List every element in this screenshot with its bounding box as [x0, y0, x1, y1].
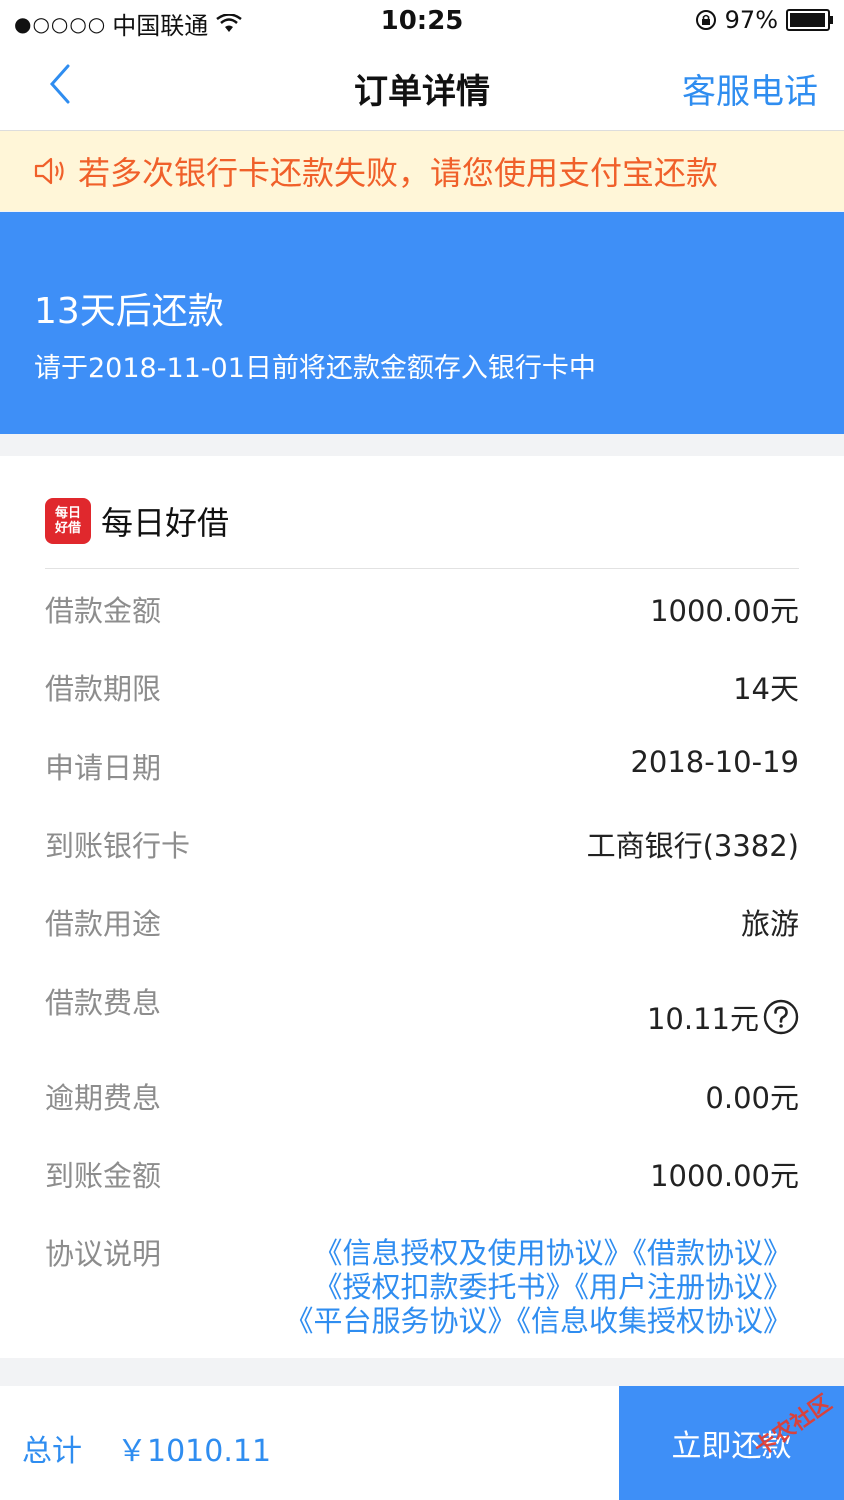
detail-value: 1000.00元 — [650, 1159, 799, 1193]
status-bar: ●○○○○ 中国联通 10:25 97% — [0, 0, 844, 44]
agreement-link-loan[interactable]: 《借款协议》 — [632, 1236, 792, 1270]
agreement-links: 《信息授权及使用协议》《借款协议》 《授权扣款委托书》《用户注册协议》 《平台服… — [284, 1236, 792, 1338]
detail-value: 工商银行(3382) — [586, 829, 799, 863]
detail-label: 到账银行卡 — [45, 829, 191, 863]
repayment-banner: 13天后还款 请于2018-11-01日前将还款金额存入银行卡中 — [0, 212, 844, 434]
detail-value: 1000.00元 — [650, 594, 799, 628]
detail-label: 到账金额 — [45, 1159, 162, 1193]
detail-label: 借款期限 — [45, 672, 162, 706]
battery-icon — [786, 9, 833, 31]
detail-value: 2018-10-19 — [630, 745, 799, 779]
speaker-icon — [34, 157, 64, 185]
total-amount: ￥1010.11 — [117, 1434, 272, 1469]
battery-percent: 97% — [724, 6, 778, 34]
agreement-link-registration[interactable]: 《用户注册协议》 — [574, 1270, 792, 1304]
agreement-link-deduction-authorization[interactable]: 《授权扣款委托书》 — [313, 1270, 574, 1304]
agreement-link-info-collection[interactable]: 《信息收集授权协议》 — [516, 1304, 792, 1338]
customer-service-button[interactable]: 客服电话 — [682, 64, 818, 113]
detail-label: 协议说明 — [45, 1237, 162, 1271]
order-detail-card: 每日 好借 每日好借 借款金额 1000.00元 借款期限 14天 申请日期 2… — [0, 456, 844, 1358]
logo-text-top: 每日 — [54, 506, 81, 521]
question-circle-icon[interactable] — [763, 999, 799, 1035]
days-until-repayment: 13天后还款 — [34, 291, 224, 332]
fee-value-group: 10.11元 — [647, 996, 799, 1038]
detail-label: 借款金额 — [45, 594, 162, 628]
rotation-lock-icon — [695, 10, 716, 30]
detail-value: 旅游 — [740, 907, 799, 941]
detail-value: 14天 — [733, 672, 799, 706]
divider — [45, 568, 799, 569]
notice-banner: 若多次银行卡还款失败，请您使用支付宝还款 — [0, 131, 844, 211]
detail-row-loan-purpose: 借款用途 旅游 — [45, 891, 799, 951]
notice-text: 若多次银行卡还款失败，请您使用支付宝还款 — [78, 154, 719, 192]
total-label: 总计 — [22, 1434, 82, 1469]
repayment-instruction: 请于2018-11-01日前将还款金额存入银行卡中 — [34, 353, 596, 384]
detail-row-overdue-fee: 逾期费息 0.00元 — [45, 1065, 799, 1125]
footer-bar: 总计 ￥1010.11 立即还款 — [0, 1386, 844, 1500]
agreement-link-platform-service[interactable]: 《平台服务协议》 — [284, 1304, 516, 1338]
detail-row-bank-card: 到账银行卡 工商银行(3382) — [45, 813, 799, 873]
detail-row-loan-term: 借款期限 14天 — [45, 656, 799, 716]
detail-row-loan-amount: 借款金额 1000.00元 — [45, 578, 799, 638]
detail-label: 逾期费息 — [45, 1081, 162, 1115]
merchant-name: 每日好借 — [101, 504, 230, 542]
merchant-logo: 每日 好借 — [45, 498, 91, 544]
detail-label: 借款费息 — [45, 986, 162, 1020]
detail-value: 0.00元 — [705, 1081, 799, 1115]
detail-label: 借款用途 — [45, 907, 162, 941]
detail-row-loan-fee: 借款费息 10.11元 — [45, 970, 799, 1050]
agreement-link-info-authorization[interactable]: 《信息授权及使用协议》 — [313, 1236, 632, 1270]
nav-bar: 订单详情 客服电话 — [0, 44, 844, 131]
detail-row-received-amount: 到账金额 1000.00元 — [45, 1143, 799, 1203]
detail-value: 10.11元 — [646, 1002, 759, 1036]
status-right: 97% — [695, 6, 833, 34]
merchant-header: 每日 好借 每日好借 — [45, 498, 229, 544]
detail-label: 申请日期 — [45, 751, 162, 785]
logo-text-bottom: 好借 — [54, 521, 81, 536]
detail-row-apply-date: 申请日期 2018-10-19 — [45, 735, 799, 795]
